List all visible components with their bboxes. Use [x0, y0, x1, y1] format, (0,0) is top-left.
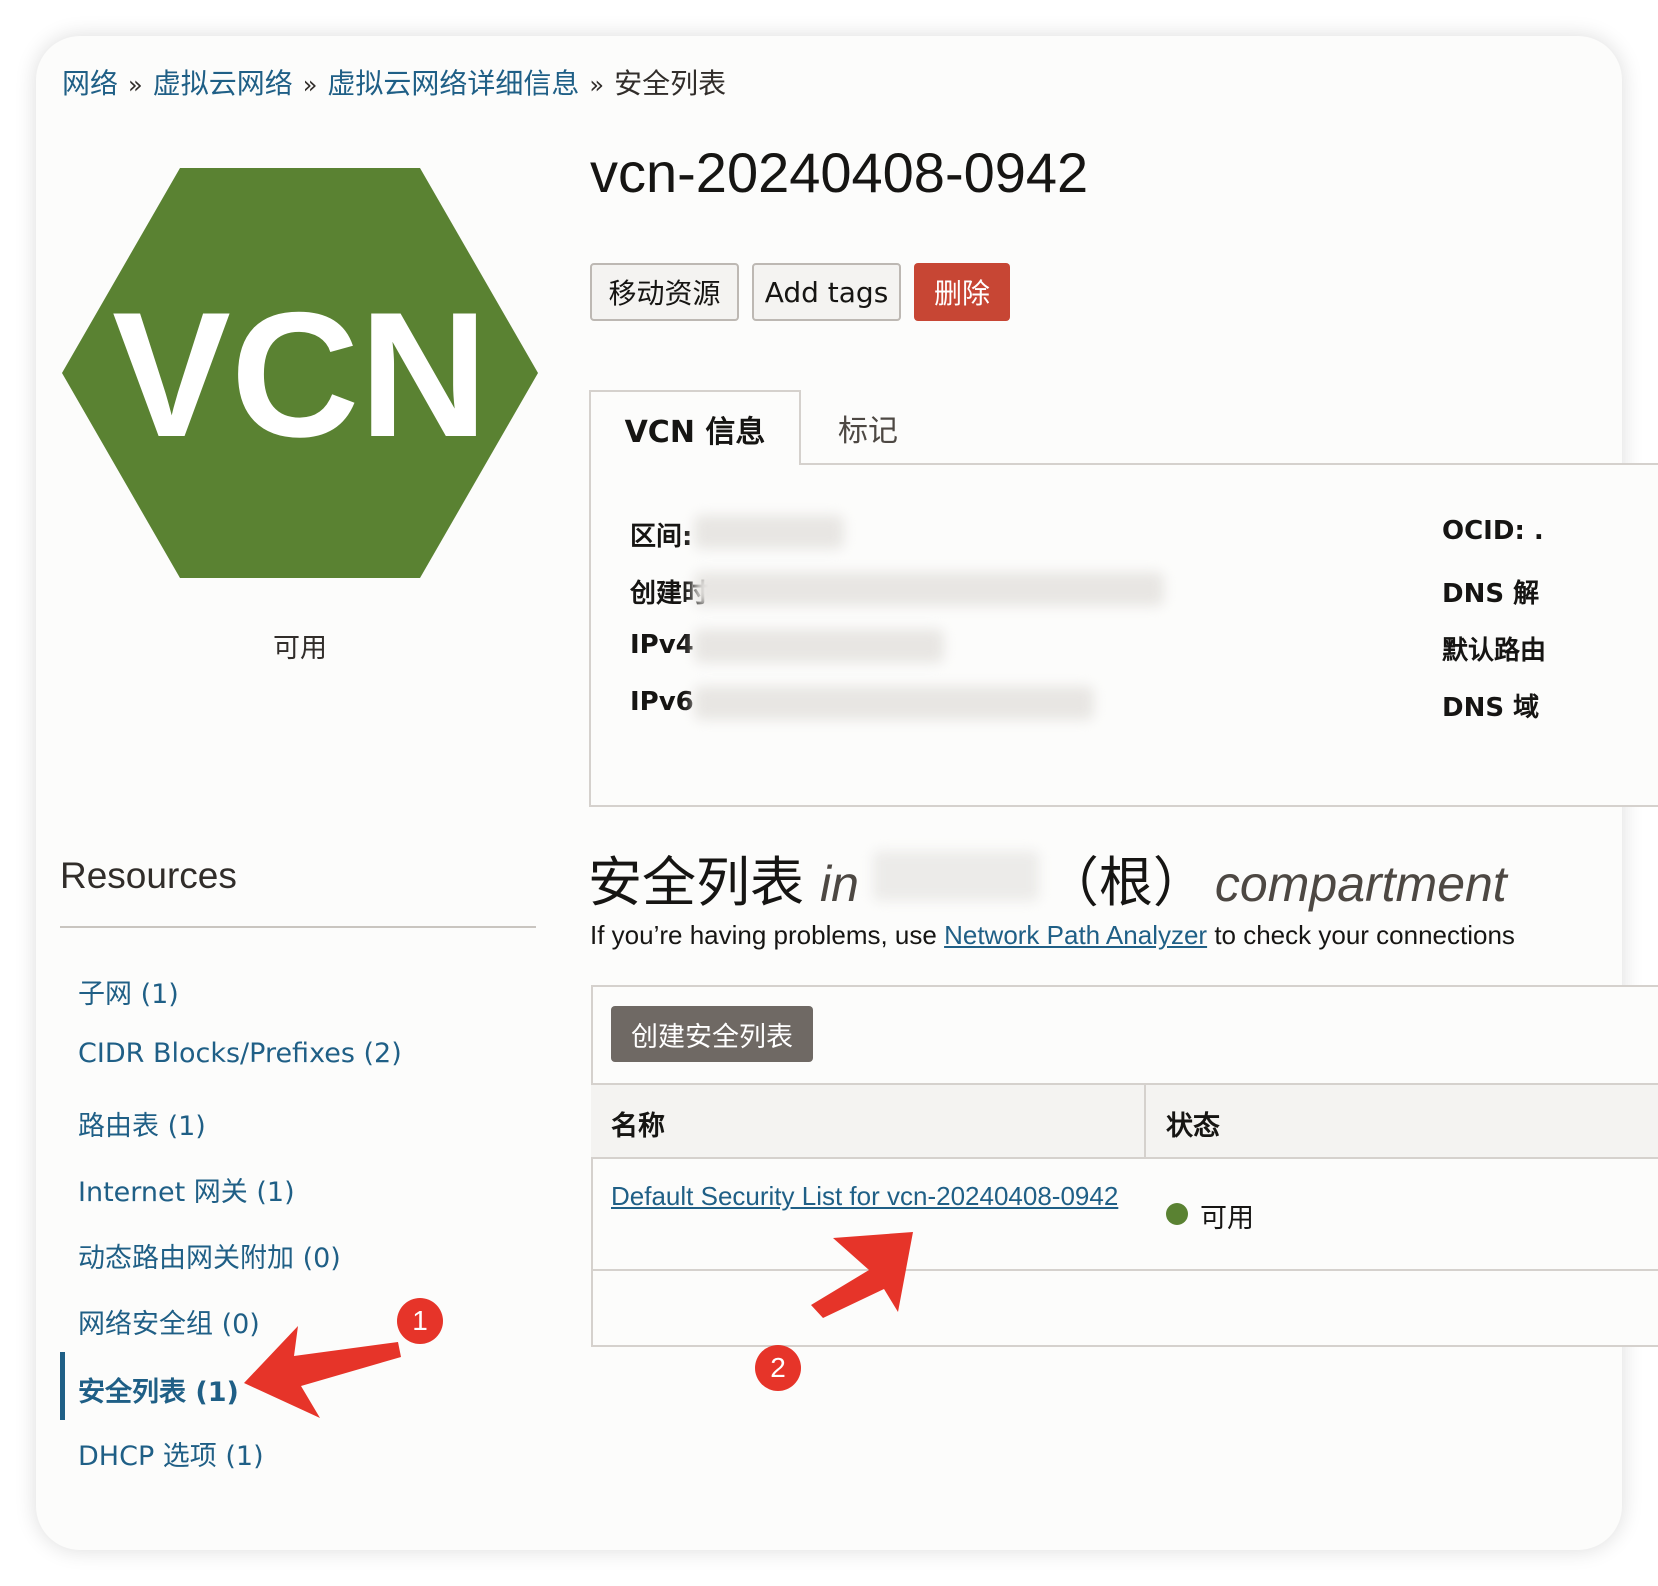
annotation-arrows	[244, 1232, 913, 1418]
annotation-arrow-1-icon	[244, 1326, 401, 1418]
tab-vcn-info[interactable]: VCN 信息	[589, 390, 801, 465]
annotation-arrow-2-icon	[811, 1232, 913, 1318]
annotation-badge-2: 2	[755, 1345, 801, 1391]
annotation-badge-1: 1	[397, 1298, 443, 1344]
